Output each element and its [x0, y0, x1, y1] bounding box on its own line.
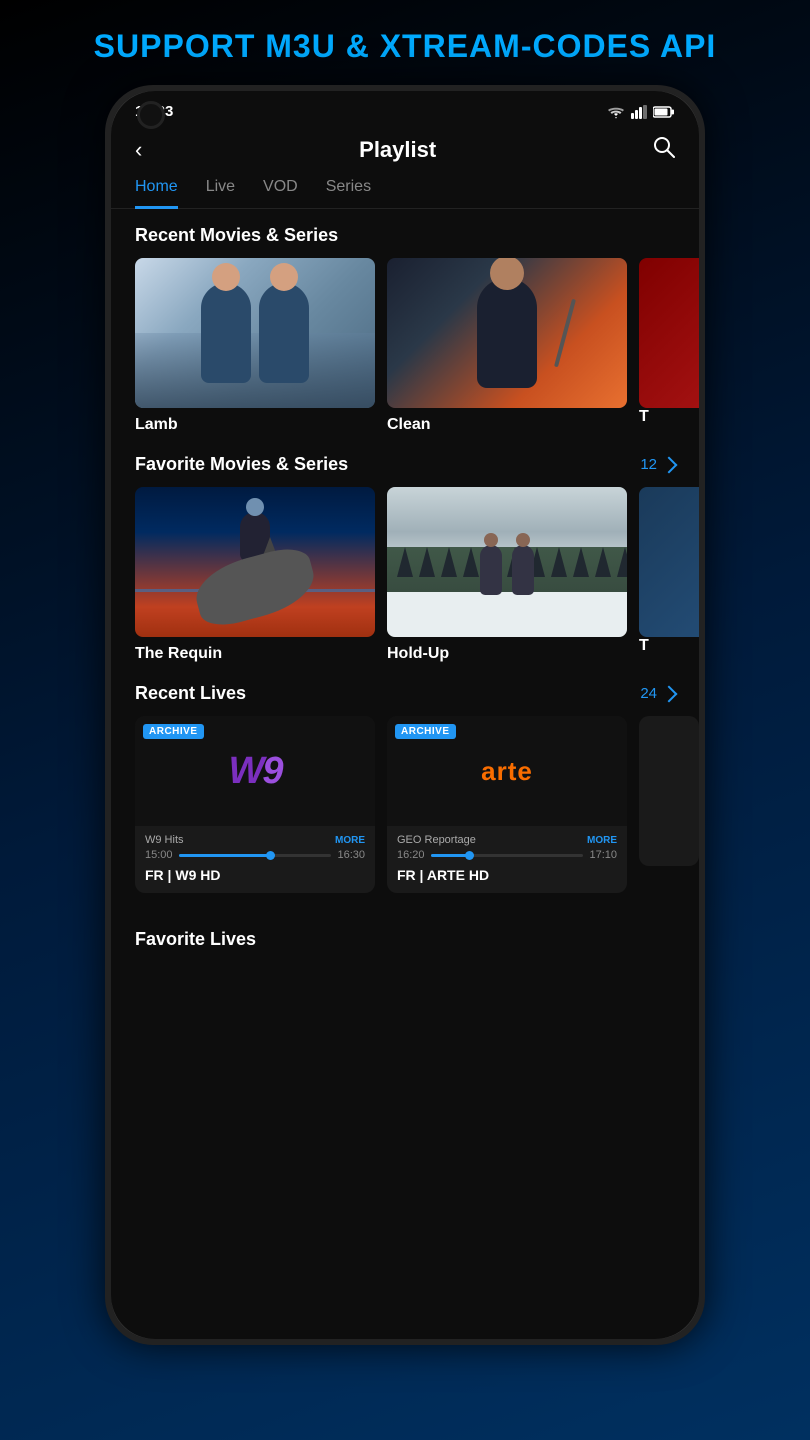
holdup-figures: [480, 545, 534, 595]
nav-title: Playlist: [359, 137, 436, 163]
movie-card-third[interactable]: T: [639, 258, 699, 434]
w9-time-start: 15:00: [145, 849, 173, 861]
recent-lives-header: Recent Lives 24: [111, 683, 699, 716]
chevron-right-icon: [661, 456, 678, 473]
arte-channel-name: FR | ARTE HD: [397, 867, 489, 883]
movie-title-requin: The Requin: [135, 645, 375, 663]
status-bar: 16:23: [111, 91, 699, 126]
tab-vod[interactable]: VOD: [263, 178, 298, 209]
nav-bar: ‹ Playlist: [111, 126, 699, 178]
live-card-arte[interactable]: ARCHIVE arte GEO Reportage MORE 16:20: [387, 716, 627, 893]
movie-card-holdup[interactable]: Hold-Up: [387, 487, 627, 663]
live-card-partial[interactable]: [639, 716, 699, 866]
lamb-figure-2: [259, 283, 309, 383]
movie-card-fourth[interactable]: T: [639, 487, 699, 663]
recent-lives-section: Recent Lives 24 ARCHIVE W9: [111, 683, 699, 893]
tab-series[interactable]: Series: [326, 178, 371, 209]
clean-gun: [554, 299, 576, 368]
w9-logo: W9: [228, 750, 281, 793]
favorite-lives-header: Favorite Lives: [135, 929, 675, 950]
live-card-arte-info: GEO Reportage MORE 16:20 17:10: [387, 826, 627, 893]
favorite-lives-title: Favorite Lives: [135, 929, 256, 950]
movie-title-third: T: [639, 408, 699, 426]
w9-more[interactable]: MORE: [335, 835, 365, 846]
favorite-movies-row: The Requin: [111, 487, 699, 663]
movie-thumb-lamb: [135, 258, 375, 408]
battery-icon: [653, 106, 675, 118]
back-button[interactable]: ‹: [135, 137, 142, 163]
recent-movies-title: Recent Movies & Series: [135, 225, 338, 246]
movie-thumb-fourth: [639, 487, 699, 637]
recent-movies-header: Recent Movies & Series: [111, 225, 699, 258]
snow-ground: [387, 592, 627, 637]
phone-frame: 16:23: [105, 85, 705, 1345]
movie-title-clean: Clean: [387, 416, 627, 434]
w9-archive-badge: ARCHIVE: [143, 724, 204, 739]
recent-lives-count[interactable]: 24: [640, 685, 675, 702]
movie-title-fourth: T: [639, 637, 699, 655]
w9-progress-bar: [179, 854, 332, 857]
search-icon: [653, 136, 675, 158]
page-header-text: SUPPORT M3U & XTREAM-CODES API: [74, 0, 737, 85]
live-card-w9-thumb: ARCHIVE W9: [135, 716, 375, 826]
live-cards-row: ARCHIVE W9 W9 Hits MORE 15:00: [111, 716, 699, 893]
tab-home[interactable]: Home: [135, 178, 178, 209]
favorite-movies-count[interactable]: 12: [640, 456, 675, 473]
recent-lives-title: Recent Lives: [135, 683, 246, 704]
arte-more[interactable]: MORE: [587, 835, 617, 846]
wifi-icon: [607, 105, 625, 119]
search-button[interactable]: [653, 136, 675, 164]
movie-title-lamb: Lamb: [135, 416, 375, 434]
arte-time-start: 16:20: [397, 849, 425, 861]
movie-thumb-requin: [135, 487, 375, 637]
phone-screen: 16:23: [111, 91, 699, 1339]
favorite-lives-section: Favorite Lives: [111, 913, 699, 950]
status-icons: [607, 105, 675, 119]
movie-thumb-third: [639, 258, 699, 408]
movie-card-clean[interactable]: Clean: [387, 258, 627, 434]
w9-program: W9 Hits: [145, 834, 184, 846]
arte-time-end: 17:10: [589, 849, 617, 861]
arte-progress-dot: [465, 851, 474, 860]
content-area: Recent Movies & Series Lamb: [111, 225, 699, 1339]
favorite-movies-title: Favorite Movies & Series: [135, 454, 348, 475]
arte-archive-badge: ARCHIVE: [395, 724, 456, 739]
recent-movies-row: Lamb Clean T: [111, 258, 699, 434]
shark-body: [189, 542, 320, 631]
live-card-arte-thumb: ARCHIVE arte: [387, 716, 627, 826]
signal-icon: [631, 105, 647, 119]
clean-figure: [477, 278, 537, 388]
live-card-w9[interactable]: ARCHIVE W9 W9 Hits MORE 15:00: [135, 716, 375, 893]
w9-time-end: 16:30: [337, 849, 365, 861]
arte-progress-bar: [431, 854, 584, 857]
arte-program: GEO Reportage: [397, 834, 476, 846]
w9-progress-fill: [179, 854, 271, 857]
arte-progress-fill: [431, 854, 469, 857]
w9-channel-name: FR | W9 HD: [145, 867, 220, 883]
live-card-w9-info: W9 Hits MORE 15:00 16:30: [135, 826, 375, 893]
movie-card-requin[interactable]: The Requin: [135, 487, 375, 663]
favorite-movies-section: Favorite Movies & Series 12: [111, 454, 699, 663]
movie-title-holdup: Hold-Up: [387, 645, 627, 663]
movie-card-lamb[interactable]: Lamb: [135, 258, 375, 434]
favorite-movies-header: Favorite Movies & Series 12: [111, 454, 699, 487]
arte-logo: arte: [481, 756, 533, 787]
movie-thumb-holdup: [387, 487, 627, 637]
tabs-bar: Home Live VOD Series: [111, 178, 699, 209]
camera-notch: [137, 101, 165, 129]
lamb-figure-1: [201, 283, 251, 383]
movie-thumb-clean: [387, 258, 627, 408]
tab-live[interactable]: Live: [206, 178, 235, 209]
recent-lives-chevron-icon: [661, 685, 678, 702]
w9-progress-dot: [266, 851, 275, 860]
recent-movies-section: Recent Movies & Series Lamb: [111, 225, 699, 434]
